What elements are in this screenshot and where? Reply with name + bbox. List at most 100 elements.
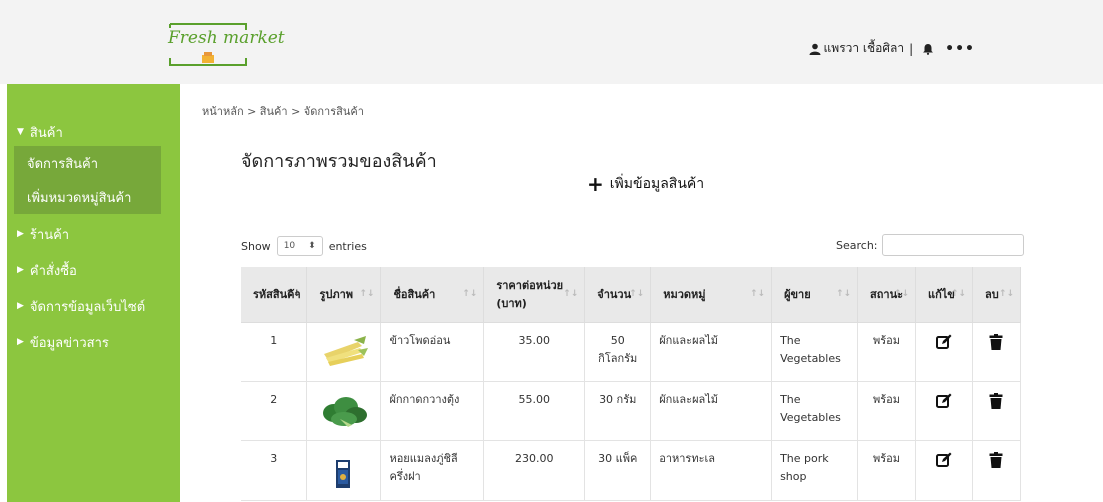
logo-text: Fresh market	[168, 28, 285, 48]
edit-icon[interactable]	[935, 452, 952, 468]
cell-name: หอยแมลงภู่ชิลีครึ่งฝา	[380, 440, 485, 501]
trash-icon[interactable]	[989, 451, 1003, 468]
cell-image	[306, 440, 382, 501]
sidebar-subitem-label: จัดการสินค้า	[27, 156, 99, 172]
cell-delete	[972, 440, 1022, 501]
table-row: 3 หอยแมลงภู่ชิลีครึ่งฝา 230.00 30 แพ็ค อ…	[241, 440, 1022, 501]
cell-price: 55.00	[483, 381, 586, 441]
cell-image	[306, 322, 382, 382]
search-label: Search:	[836, 238, 878, 252]
add-product-button[interactable]: + เพิ่มข้อมูลสินค้า	[587, 173, 704, 195]
user-icon	[808, 42, 822, 56]
sidebar-item-label: สินค้า	[29, 125, 63, 141]
search-input[interactable]	[881, 234, 1024, 256]
brand-logo[interactable]: Fresh market	[166, 22, 285, 67]
caret-right-icon: ▶	[17, 229, 24, 239]
user-menu[interactable]: แพรวา เชื้อศิลา | •••	[808, 39, 975, 58]
cell-quantity: 50 กิโลกรัม	[584, 322, 652, 382]
cell-category: อาหารทะเล	[650, 440, 773, 501]
cell-seller: The pork shop	[771, 440, 859, 501]
caret-right-icon: ▶	[17, 265, 24, 275]
plus-icon: +	[587, 172, 604, 196]
sort-asc-icon: ↑↓	[285, 289, 301, 300]
header-separator: |	[909, 41, 914, 56]
cell-quantity: 30 แพ็ค	[584, 440, 652, 501]
cell-category: ผักและผลไม้	[650, 381, 773, 441]
trash-icon[interactable]	[989, 392, 1003, 409]
user-name[interactable]: แพรวา เชื้อศิลา	[824, 39, 905, 58]
header-product-id[interactable]: รหัสสินค้า ↑↓	[241, 267, 308, 323]
sidebar-item-news[interactable]: ▶ ข้อมูลข่าวสาร	[7, 330, 180, 354]
baby-corn-image	[323, 335, 368, 366]
cell-category: ผักและผลไม้	[650, 322, 773, 382]
sidebar-item-label: คำสั่งซื้อ	[29, 263, 77, 279]
show-label: Show	[241, 239, 271, 253]
caret-right-icon: ▶	[17, 337, 24, 347]
edit-icon[interactable]	[935, 334, 952, 350]
cell-status: พร้อม	[857, 440, 916, 501]
entries-label: entries	[328, 239, 367, 253]
cell-status: พร้อม	[857, 322, 916, 382]
header-name[interactable]: ชื่อสินค้า ↑↓	[380, 267, 485, 323]
sort-icon: ↑↓	[629, 289, 645, 300]
cell-seller: The Vegetables	[771, 381, 859, 441]
sidebar-item-website[interactable]: ▶ จัดการข้อมูลเว็บไซต์	[7, 294, 180, 318]
top-bar: Fresh market แพรวา เชื้อศิลา | •••	[0, 0, 1103, 84]
select-arrows-icon: ⬍	[308, 241, 316, 251]
sidebar-subitem-label: เพิ่มหมวดหมู่สินค้า	[27, 190, 132, 206]
more-options-icon[interactable]: •••	[945, 41, 975, 57]
edit-icon[interactable]	[935, 393, 952, 409]
sort-icon: ↑↓	[462, 289, 478, 300]
sidebar-subitem-add-category[interactable]: เพิ่มหมวดหมู่สินค้า	[14, 180, 161, 214]
breadcrumb[interactable]: หน้าหลัก > สินค้า > จัดการสินค้า	[202, 102, 364, 120]
sort-icon: ↑↓	[359, 289, 375, 300]
trash-icon[interactable]	[989, 333, 1003, 350]
sidebar-item-label: ข้อมูลข่าวสาร	[29, 335, 109, 351]
header-edit[interactable]: แก้ไข ↑↓	[915, 267, 973, 323]
cell-delete	[972, 322, 1022, 382]
cell-edit	[915, 440, 973, 501]
cell-id: 1	[241, 322, 308, 382]
sort-icon: ↑↓	[563, 289, 579, 300]
sidebar-item-label: จัดการข้อมูลเว็บไซต์	[29, 299, 146, 315]
page-title: จัดการภาพรวมของสินค้า	[241, 151, 437, 172]
table-row: 2 ผักกาดกวางตุ้ง 55.00 30 กรัม ผักและผลไ…	[241, 381, 1022, 441]
page-size-value: 10	[283, 241, 296, 251]
sort-icon: ↑↓	[835, 289, 852, 300]
sidebar-subitem-manage-products[interactable]: จัดการสินค้า	[14, 146, 161, 180]
cell-quantity: 30 กรัม	[584, 381, 652, 441]
sidebar-item-products[interactable]: ▼ สินค้า	[7, 120, 180, 144]
sort-icon: ↑↓	[950, 289, 966, 300]
table-header-row: รหัสสินค้า ↑↓ รูปภาพ ↑↓ ชื่อสินค้า ↑↓ ราคาต…	[241, 267, 1022, 323]
sort-icon: ↑↓	[749, 289, 766, 300]
cell-id: 3	[241, 440, 308, 501]
header-quantity[interactable]: จำนวน ↑↓	[584, 267, 652, 323]
add-product-label: เพิ่มข้อมูลสินค้า	[609, 176, 705, 192]
header-delete[interactable]: ลบ ↑↓	[972, 267, 1022, 323]
cell-delete	[972, 381, 1022, 441]
caret-down-icon: ▼	[17, 127, 24, 137]
header-image[interactable]: รูปภาพ ↑↓	[306, 267, 382, 323]
cell-status: พร้อม	[857, 381, 916, 441]
products-table: รหัสสินค้า ↑↓ รูปภาพ ↑↓ ชื่อสินค้า ↑↓ ราคาต…	[241, 267, 1022, 501]
header-seller[interactable]: ผู้ขาย ↑↓	[771, 267, 859, 323]
cell-price: 35.00	[483, 322, 586, 382]
packaged-shellfish-image	[335, 459, 350, 488]
chinese-cabbage-image	[322, 396, 367, 427]
sidebar-item-shops[interactable]: ▶ ร้านค้า	[7, 222, 180, 246]
table-search: Search:	[836, 234, 1024, 256]
bell-icon[interactable]	[921, 42, 935, 56]
header-price[interactable]: ราคาต่อหน่วย (บาท) ↑↓	[483, 267, 586, 323]
page-size-select[interactable]: 10 ⬍	[276, 236, 323, 256]
header-category[interactable]: หมวดหมู่ ↑↓	[650, 267, 773, 323]
header-status[interactable]: สถานะ ↑↓	[857, 267, 916, 323]
cell-seller: The Vegetables	[771, 322, 859, 382]
table-row: 1 ข้าวโพดอ่อน 35.00 50 กิโลกรัม ผักและผล…	[241, 322, 1022, 382]
sort-icon: ↑↓	[998, 289, 1014, 300]
sidebar: ▼ สินค้า จัดการสินค้า เพิ่มหมวดหมู่สินค้…	[7, 84, 180, 502]
cell-id: 2	[241, 381, 308, 441]
caret-right-icon: ▶	[17, 301, 24, 311]
cell-image	[306, 381, 382, 441]
sidebar-item-orders[interactable]: ▶ คำสั่งซื้อ	[7, 258, 180, 282]
cell-price: 230.00	[483, 440, 586, 501]
